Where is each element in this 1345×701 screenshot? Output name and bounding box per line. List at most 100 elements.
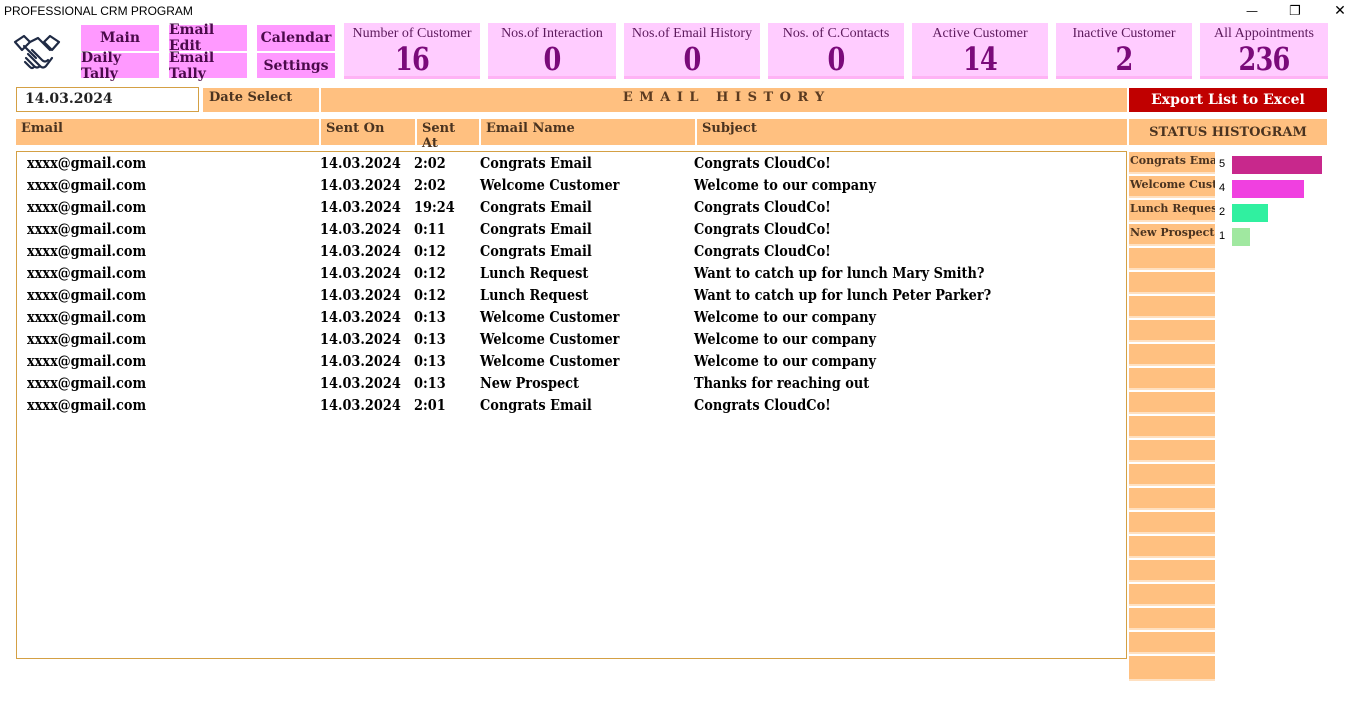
column-header-subject[interactable]: Subject [697,119,1127,145]
stat-nos-of-c-contacts: Nos. of C.Contacts 0 [768,23,904,79]
cell-sent-on: 14.03.2024 [320,176,401,194]
cell-sent-at: 0:12 [414,286,446,304]
cell-sent-at: 0:13 [414,352,446,370]
histogram-value: 1 [1219,230,1226,242]
column-header-sent-at[interactable]: Sent At [417,119,481,151]
table-row[interactable]: xxxx@gmail.com 14.03.2024 0:11 Congrats … [17,218,1117,240]
cell-email: xxxx@gmail.com [27,220,147,238]
histogram-row: 1 [1217,224,1337,248]
cell-sent-on: 14.03.2024 [320,220,401,238]
stat-value: 16 [394,40,430,78]
table-row[interactable]: xxxx@gmail.com 14.03.2024 0:13 Welcome C… [17,328,1117,350]
main-button[interactable]: Main [80,24,160,52]
cell-sent-at: 2:02 [414,176,446,194]
close-button[interactable]: ✕ [1320,0,1345,22]
email-edit-button[interactable]: Email Edit [168,22,248,54]
histogram-empty-cell [1129,608,1215,630]
cell-subject: Welcome to our company [694,176,877,194]
table-row[interactable]: xxxx@gmail.com 14.03.2024 2:01 Congrats … [17,394,1117,416]
cell-subject: Congrats CloudCo! [694,220,831,238]
histogram-bar [1232,228,1250,246]
table-row[interactable]: xxxx@gmail.com 14.03.2024 0:13 Welcome C… [17,350,1117,372]
histogram-empty-cell [1129,440,1215,462]
cell-sent-on: 14.03.2024 [320,330,401,348]
histogram-bar [1232,204,1268,222]
cell-email-name: Congrats Email [480,220,592,238]
cell-sent-on: 14.03.2024 [320,286,401,304]
cell-subject: Congrats CloudCo! [694,396,831,414]
cell-sent-on: 14.03.2024 [320,198,401,216]
title-bar [0,0,1345,22]
table-row[interactable]: xxxx@gmail.com 14.03.2024 2:02 Welcome C… [17,174,1117,196]
cell-subject: Congrats CloudCo! [694,154,831,172]
histogram-title: STATUS HISTOGRAM [1129,119,1327,145]
table-row[interactable]: xxxx@gmail.com 14.03.2024 19:24 Congrats… [17,196,1117,218]
export-to-excel-button[interactable]: Export List to Excel [1129,88,1327,112]
stat-number-of-customer: Number of Customer 16 [344,23,480,79]
cell-sent-at: 0:11 [414,220,446,238]
restore-button[interactable]: ❐ [1275,0,1315,22]
stat-all-appointments: All Appointments 236 [1200,23,1328,79]
close-icon: ✕ [1334,3,1345,19]
cell-sent-on: 14.03.2024 [320,308,401,326]
stat-nos-of-email-history: Nos.of Email History 0 [624,23,760,79]
cell-sent-at: 2:01 [414,396,446,414]
table-row[interactable]: xxxx@gmail.com 14.03.2024 0:12 Congrats … [17,240,1117,262]
minimize-icon: — [1246,4,1258,18]
minimize-button[interactable]: — [1232,0,1272,22]
histogram-empty-cell [1129,536,1215,558]
cell-subject: Welcome to our company [694,330,877,348]
column-header-email-name[interactable]: Email Name [481,119,697,145]
histogram-row: 2 [1217,200,1337,224]
histogram-empty-cell [1129,344,1215,366]
table-row[interactable]: xxxx@gmail.com 14.03.2024 0:12 Lunch Req… [17,284,1117,306]
stat-inactive-customer: Inactive Customer 2 [1056,23,1192,79]
stat-value: 2 [1115,40,1133,78]
histogram-value: 5 [1219,158,1226,170]
table-row[interactable]: xxxx@gmail.com 14.03.2024 0:12 Lunch Req… [17,262,1117,284]
cell-email: xxxx@gmail.com [27,352,147,370]
cell-sent-on: 14.03.2024 [320,396,401,414]
handshake-icon [12,28,62,76]
cell-subject: Thanks for reaching out [694,374,870,392]
cell-email: xxxx@gmail.com [27,396,147,414]
histogram-label: New Prospect [1129,224,1215,246]
stat-value: 14 [962,40,998,78]
table-row[interactable]: xxxx@gmail.com 14.03.2024 2:02 Congrats … [17,152,1117,174]
cell-email: xxxx@gmail.com [27,242,147,260]
email-history-list[interactable]: xxxx@gmail.com 14.03.2024 2:02 Congrats … [16,151,1127,659]
cell-email-name: New Prospect [480,374,580,392]
column-header-sent-on[interactable]: Sent On [321,119,417,145]
date-input[interactable]: 14.03.2024 [16,87,199,112]
cell-email: xxxx@gmail.com [27,286,147,304]
section-title: E M A I L H I S T O R Y [321,88,1127,112]
histogram-empty-cell [1129,416,1215,438]
histogram-empty-cell [1129,368,1215,390]
column-header-email[interactable]: Email [16,119,321,145]
histogram-empty-cell [1129,296,1215,318]
cell-email: xxxx@gmail.com [27,176,147,194]
date-select-label: Date Select [203,88,319,112]
cell-email-name: Lunch Request [480,264,589,282]
cell-email: xxxx@gmail.com [27,308,147,326]
daily-tally-button[interactable]: Daily Tally [80,50,160,82]
cell-sent-at: 0:12 [414,264,446,282]
cell-email-name: Congrats Email [480,242,592,260]
cell-subject: Welcome to our company [694,352,877,370]
stat-value: 0 [683,40,701,78]
cell-email-name: Welcome Customer [480,352,620,370]
cell-email-name: Congrats Email [480,198,592,216]
histogram-empty-cell [1129,272,1215,294]
cell-subject: Welcome to our company [694,308,877,326]
stat-value: 236 [1238,40,1290,78]
email-tally-button[interactable]: Email Tally [168,50,248,82]
histogram-empty-cell [1129,392,1215,414]
histogram-empty-cell [1129,584,1215,606]
settings-button[interactable]: Settings [256,52,336,79]
cell-email-name: Lunch Request [480,286,589,304]
cell-subject: Congrats CloudCo! [694,242,831,260]
cell-email: xxxx@gmail.com [27,330,147,348]
calendar-button[interactable]: Calendar [256,24,336,52]
table-row[interactable]: xxxx@gmail.com 14.03.2024 0:13 New Prosp… [17,372,1117,394]
table-row[interactable]: xxxx@gmail.com 14.03.2024 0:13 Welcome C… [17,306,1117,328]
